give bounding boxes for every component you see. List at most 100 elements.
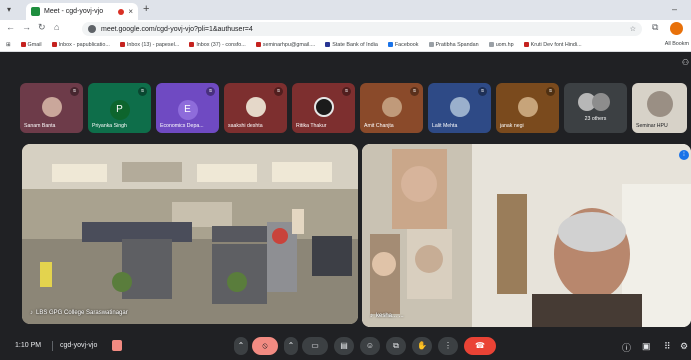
bookmarks-bar: ⊞ Gmail Inbox - papublicatio... Inbox (1…: [0, 38, 691, 52]
recording-icon: [118, 8, 125, 15]
globe-icon: [523, 42, 529, 47]
avatar: [646, 91, 673, 117]
participant-tile[interactable]: ⦸ Lalit Mehta: [428, 83, 491, 133]
clock: 1:10 PM: [15, 342, 42, 349]
chat-icon[interactable]: ▣: [642, 341, 651, 352]
participant-tile[interactable]: ⦸ saakshi deshta: [224, 83, 287, 133]
camera-toggle-button[interactable]: ▭: [302, 337, 328, 355]
video-tile-label: ♪ LBS GPG College Saraswatinagar: [30, 310, 128, 316]
tab-search-icon[interactable]: ▾: [7, 5, 11, 14]
facebook-icon: [387, 42, 393, 47]
apps-icon[interactable]: ⊞: [6, 42, 11, 48]
reload-icon[interactable]: ↻: [38, 22, 46, 33]
participant-tile[interactable]: ⦸ Amit Chanjta: [360, 83, 423, 133]
avatar: P: [109, 100, 130, 120]
classroom-video: [22, 144, 358, 324]
mic-options-chevron-icon[interactable]: ⌃: [234, 337, 248, 355]
extensions-icon[interactable]: ⧉: [652, 22, 658, 33]
bookmark-star-icon[interactable]: ☆: [630, 25, 636, 33]
bookmark-item[interactable]: Gmail: [20, 42, 42, 48]
presenting-icon: [112, 340, 122, 351]
video-tile-classroom[interactable]: ♪ LBS GPG College Saraswatinagar: [22, 144, 358, 324]
gmail-icon: [119, 42, 125, 47]
profile-avatar[interactable]: [670, 22, 683, 35]
bookmark-item[interactable]: Facebook: [387, 42, 419, 48]
avatar: [313, 97, 334, 117]
mic-off-icon: ⦸: [206, 87, 215, 96]
forward-icon[interactable]: →: [22, 22, 31, 32]
participant-tile[interactable]: P ⦸ Priyanka Singh: [88, 83, 151, 133]
participant-name: Priyanka Singh: [92, 123, 127, 129]
participant-name: Ritika Thakur: [296, 123, 327, 129]
captions-button[interactable]: ▤: [334, 337, 354, 355]
bookmark-item[interactable]: Inbox (13) - papesel...: [119, 42, 179, 48]
divider: [52, 341, 53, 351]
browser-tab-strip: ▾ Meet - cgd-yovj-vjo × + –: [0, 0, 691, 20]
participant-tile[interactable]: E ⦸ Economics Depa...: [156, 83, 219, 133]
meeting-code: cgd-yovj-vjo: [60, 342, 98, 349]
all-bookmarks-link[interactable]: All Bookm: [665, 41, 689, 47]
avatar: [245, 97, 266, 117]
mic-off-icon: ⦸: [546, 87, 555, 96]
avatar: [41, 97, 62, 117]
mic-icon: ♪: [30, 310, 33, 316]
address-bar[interactable]: meet.google.com/cgd-yovj-vjo?pli=1&authu…: [82, 22, 642, 36]
site-info-icon[interactable]: [88, 25, 96, 33]
bookmark-item[interactable]: uom.hp: [488, 42, 514, 48]
back-icon[interactable]: ←: [6, 22, 15, 32]
info-icon[interactable]: ⓘ: [622, 341, 631, 354]
raise-hand-button[interactable]: ✋: [412, 337, 432, 355]
avatar: [449, 97, 470, 117]
mic-off-icon: ⦸: [274, 87, 283, 96]
host-controls-icon[interactable]: ⚙: [680, 341, 688, 352]
mic-off-icon: ⦸: [70, 87, 79, 96]
gmail-icon: [20, 42, 26, 47]
participant-tile[interactable]: ⦸ Sanam Banta: [20, 83, 83, 133]
meeting-controls-bar: 1:10 PM cgd-yovj-vjo ⌃ ⦸ ⌃ ▭ ▤ ☺ ⧉ ✋ ⋮ ☎…: [12, 330, 691, 360]
participant-tile[interactable]: Seminar HPU: [632, 83, 687, 133]
new-tab-icon[interactable]: +: [143, 3, 149, 15]
mic-icon: ♪: [370, 313, 373, 319]
avatar: [517, 97, 538, 117]
bookmark-item[interactable]: Inbox (37) - consfo...: [189, 42, 246, 48]
reactions-button[interactable]: ☺: [360, 337, 380, 355]
window-minimize-icon[interactable]: –: [672, 4, 677, 14]
sbi-icon: [325, 42, 331, 47]
activities-icon[interactable]: ⠿: [664, 341, 671, 352]
mic-toggle-button[interactable]: ⦸: [252, 337, 278, 355]
mic-off-icon: ⦸: [342, 87, 351, 96]
participants-layout-icon[interactable]: ⚇: [682, 58, 689, 67]
present-button[interactable]: ⧉: [386, 337, 406, 355]
mic-off-icon: ⦸: [478, 87, 487, 96]
bookmark-item[interactable]: Kruti Dev font Hindi...: [523, 42, 582, 48]
pin-icon[interactable]: ⁞: [679, 150, 689, 160]
bookmark-item[interactable]: State Bank of India: [325, 42, 378, 48]
more-options-button[interactable]: ⋮: [438, 337, 458, 355]
bookmark-item[interactable]: Inbox - papublicatio...: [51, 42, 110, 48]
gmail-icon: [51, 42, 57, 47]
meet-stage: ⚇ ⦸ Sanam Banta P ⦸ Priyanka Singh E ⦸ E…: [12, 52, 691, 360]
globe-icon: [488, 42, 494, 47]
avatar: E: [177, 100, 198, 120]
avatar: [381, 97, 402, 117]
camera-options-chevron-icon[interactable]: ⌃: [284, 337, 298, 355]
leave-call-button[interactable]: ☎: [464, 337, 496, 355]
close-tab-icon[interactable]: ×: [128, 7, 133, 16]
bookmark-item[interactable]: Pratibha Spandan: [428, 42, 479, 48]
speaker-video: [362, 144, 691, 327]
globe-icon: [428, 42, 434, 47]
avatar: [592, 93, 610, 111]
url-text: meet.google.com/cgd-yovj-vjo?pli=1&authu…: [101, 25, 253, 33]
participant-name: Lalit Mehta: [432, 123, 458, 129]
others-tile[interactable]: 23 others: [564, 83, 627, 133]
bookmark-item[interactable]: seminarhpu@gmail....: [255, 42, 315, 48]
participant-tile[interactable]: ⦸ Ritika Thakur: [292, 83, 355, 133]
tab-title: Meet - cgd-yovj-vjo: [44, 8, 104, 15]
home-icon[interactable]: ⌂: [54, 22, 59, 32]
gmail-icon: [255, 42, 261, 47]
participant-tile[interactable]: ⦸ janak negi: [496, 83, 559, 133]
mic-off-icon: ⦸: [410, 87, 419, 96]
browser-tab-meet[interactable]: Meet - cgd-yovj-vjo ×: [26, 3, 138, 20]
video-tile-speaker[interactable]: ⁞ ♪ kesha... ...: [362, 144, 691, 327]
others-count: 23 others: [584, 116, 607, 122]
